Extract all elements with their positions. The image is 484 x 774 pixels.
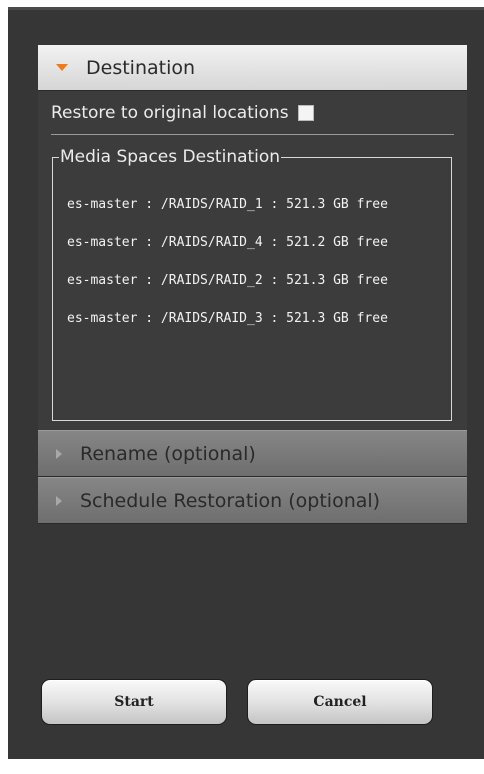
media-space-item[interactable]: es-master : /RAIDS/RAID_1 : 521.3 GB fre… (67, 196, 441, 214)
dialog-buttons: Start Cancel (41, 679, 433, 725)
restore-original-label: Restore to original locations (51, 102, 289, 123)
start-button[interactable]: Start (41, 679, 227, 725)
restore-dialog: Destination Restore to original location… (8, 7, 484, 759)
collapsed-arrow-icon (56, 448, 62, 459)
accordion-panel: Destination Restore to original location… (38, 45, 467, 524)
rename-section-header[interactable]: Rename (optional) (38, 430, 467, 477)
rename-header-label: Rename (optional) (80, 442, 256, 465)
media-space-item[interactable]: es-master : /RAIDS/RAID_2 : 521.3 GB fre… (67, 272, 441, 290)
media-space-item[interactable]: es-master : /RAIDS/RAID_3 : 521.3 GB fre… (67, 310, 441, 328)
divider (51, 134, 454, 135)
schedule-section-header[interactable]: Schedule Restoration (optional) (38, 477, 467, 524)
media-spaces-legend: Media Spaces Destination (59, 147, 282, 167)
media-space-item[interactable]: es-master : /RAIDS/RAID_4 : 521.2 GB fre… (67, 234, 441, 252)
destination-header-label: Destination (86, 56, 196, 79)
destination-section-header[interactable]: Destination (38, 45, 467, 91)
cancel-button[interactable]: Cancel (247, 679, 433, 725)
media-spaces-list: es-master : /RAIDS/RAID_1 : 521.3 GB fre… (67, 196, 441, 348)
collapsed-arrow-icon (56, 495, 62, 506)
schedule-header-label: Schedule Restoration (optional) (80, 489, 381, 512)
media-spaces-fieldset: Media Spaces Destination es-master : /RA… (52, 147, 452, 421)
restore-original-row: Restore to original locations (38, 91, 467, 134)
restore-original-checkbox[interactable] (297, 104, 314, 121)
expanded-arrow-icon (56, 64, 68, 71)
destination-section-body: Restore to original locations Media Spac… (38, 91, 467, 430)
